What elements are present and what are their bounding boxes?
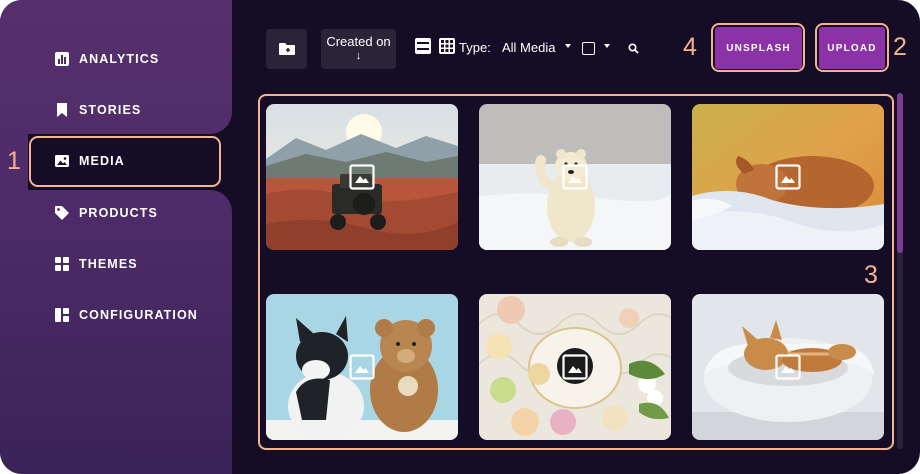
sidebar-item-label: THEMES: [79, 257, 138, 271]
sidebar-item-themes[interactable]: THEMES: [54, 253, 138, 275]
sort-direction-arrow: ↓: [355, 50, 362, 62]
sidebar: [0, 0, 232, 474]
annotation-marker-4: 4: [683, 33, 697, 61]
layout-icon: [54, 307, 70, 323]
annotation-marker-2: 2: [893, 33, 907, 61]
app-window: ANALYTICS STORIES MEDIA PRODUCTS THEMES …: [0, 0, 920, 474]
sidebar-item-label: STORIES: [79, 103, 142, 117]
sidebar-item-configuration[interactable]: CONFIGURATION: [54, 304, 198, 326]
highlight-media-nav: [29, 136, 221, 187]
type-dropdown-caret[interactable]: [565, 44, 571, 48]
new-folder-button[interactable]: [266, 29, 307, 69]
highlight-unsplash-button: [711, 23, 805, 72]
sidebar-item-analytics[interactable]: ANALYTICS: [54, 48, 159, 70]
type-filter-label: Type:: [459, 40, 491, 55]
annotation-marker-1: 1: [7, 147, 21, 175]
sidebar-item-products[interactable]: PRODUCTS: [54, 202, 158, 224]
grid-icon: [54, 256, 70, 272]
sort-created-on-button[interactable]: Created on ↓: [321, 29, 396, 69]
highlight-upload-button: [815, 23, 889, 72]
analytics-icon: [54, 51, 70, 67]
tag-icon: [54, 205, 70, 221]
sidebar-item-label: CONFIGURATION: [79, 308, 198, 322]
annotation-marker-3: 3: [864, 261, 878, 289]
sort-label: Created on: [326, 34, 391, 49]
search-icon[interactable]: [628, 43, 639, 54]
bookmark-icon: [54, 102, 70, 118]
type-filter-value[interactable]: All Media: [502, 40, 555, 55]
grid-view-icon[interactable]: [438, 37, 456, 55]
sidebar-item-stories[interactable]: STORIES: [54, 99, 141, 121]
folder-plus-icon: [278, 43, 295, 55]
list-view-icon[interactable]: [414, 37, 432, 55]
scrollbar-thumb[interactable]: [897, 93, 903, 253]
sidebar-item-label: PRODUCTS: [79, 206, 158, 220]
highlight-media-grid: [258, 94, 894, 450]
sidebar-item-label: ANALYTICS: [79, 52, 160, 66]
select-all-checkbox[interactable]: [582, 42, 595, 55]
select-dropdown-caret[interactable]: [604, 44, 610, 48]
